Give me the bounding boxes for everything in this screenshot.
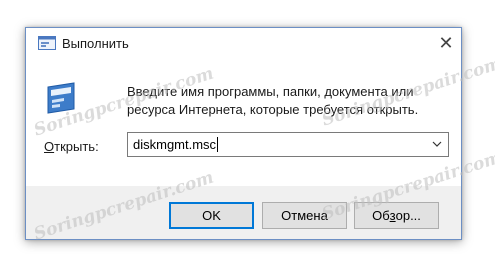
dialog-description: Введите имя программы, папки, документа …	[127, 84, 419, 117]
ok-button-label: OK	[202, 208, 221, 223]
open-input-value: diskmgmt.msc	[133, 137, 217, 152]
close-icon: ✕	[438, 32, 454, 53]
browse-label-start: Об	[372, 208, 390, 223]
cancel-button-label: Отмена	[281, 208, 328, 223]
browse-button[interactable]: Об з ор...	[354, 202, 439, 229]
run-dialog: Выполнить ✕ Введите имя программы, папки…	[25, 27, 462, 240]
text-caret	[217, 137, 219, 152]
ok-button[interactable]: OK	[169, 202, 254, 229]
title-bar[interactable]: Выполнить ✕	[26, 28, 461, 58]
browse-label-end: ор...	[395, 208, 421, 223]
open-label-text: ткрыть:	[54, 139, 99, 154]
window-title: Выполнить	[62, 36, 129, 51]
open-combobox[interactable]: diskmgmt.msc	[127, 132, 449, 157]
cancel-button[interactable]: Отмена	[262, 202, 347, 229]
chevron-down-icon[interactable]	[432, 141, 442, 148]
open-input[interactable]: diskmgmt.msc	[133, 137, 219, 152]
close-button[interactable]: ✕	[431, 28, 461, 58]
run-program-icon	[47, 82, 75, 114]
open-label: Открыть:	[44, 139, 99, 154]
open-label-accel: О	[44, 139, 55, 154]
button-bar: OK Отмена Об з ор...	[26, 186, 461, 239]
run-icon	[38, 36, 56, 50]
